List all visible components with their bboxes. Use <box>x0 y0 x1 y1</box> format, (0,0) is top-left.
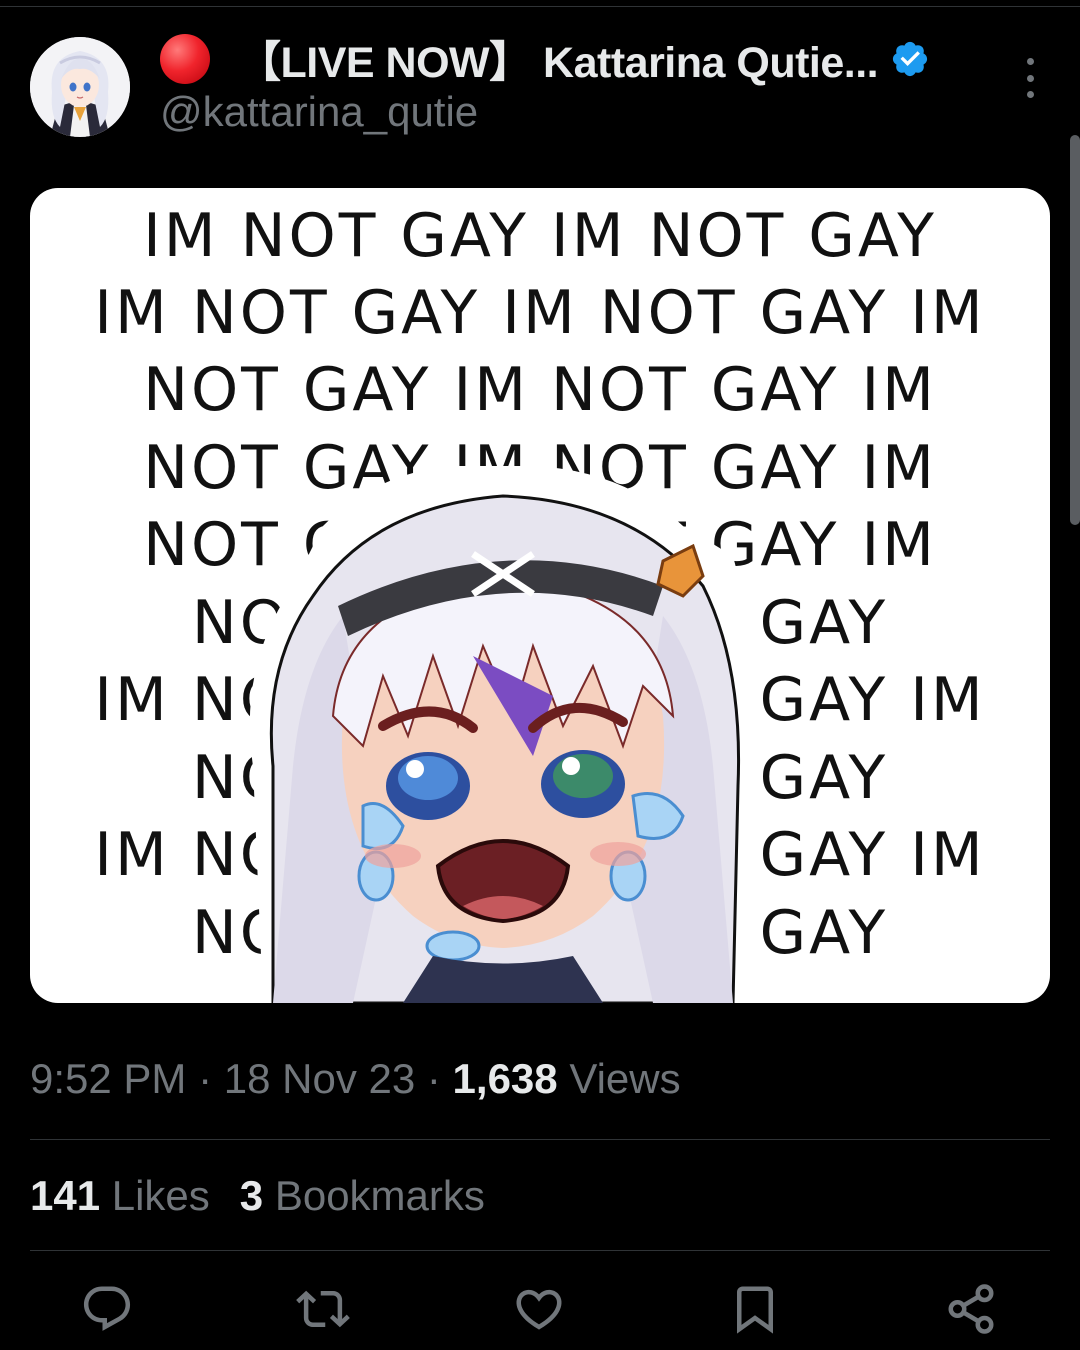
top-divider <box>0 6 1080 7</box>
bookmark-icon[interactable] <box>728 1282 782 1336</box>
meme-text-line: IM NOT GAY IM NOT GAY IM <box>94 278 986 348</box>
verified-badge-icon <box>893 41 928 77</box>
reply-icon[interactable] <box>80 1282 134 1336</box>
views-count: 1,638 <box>452 1055 558 1102</box>
separator: · <box>186 1055 224 1102</box>
repost-icon[interactable] <box>296 1282 350 1336</box>
share-icon[interactable] <box>944 1282 998 1336</box>
tweet-time[interactable]: 9:52 PM <box>30 1055 186 1102</box>
more-options-icon[interactable] <box>1018 58 1042 98</box>
bookmarks-count: 3 <box>239 1172 264 1219</box>
crying-anime-girl-emote <box>249 466 759 1003</box>
avatar[interactable] <box>30 37 130 137</box>
tweet-timestamp-views: 9:52 PM · 18 Nov 23 · 1,638 Views <box>30 1055 681 1103</box>
avatar-image <box>30 37 130 137</box>
views-label: Views <box>557 1055 681 1102</box>
divider <box>30 1139 1050 1140</box>
likes-count: 141 <box>30 1172 101 1219</box>
meme-text-line: IM NOT GAY IM NOT GAY <box>143 201 937 271</box>
bookmarks-label: Bookmarks <box>263 1172 485 1219</box>
tweet-stats: 141 Likes 3 Bookmarks <box>30 1172 485 1220</box>
separator: · <box>415 1055 453 1102</box>
meme-text-line: NOT GAY IM NOT GAY IM <box>143 355 937 425</box>
user-handle[interactable]: @kattarina_qutie <box>160 88 478 136</box>
divider <box>30 1250 1050 1251</box>
author-name-row[interactable]: 【LIVE NOW】 Kattarina Qutie... <box>160 30 930 88</box>
tweet-media-image[interactable]: IM NOT GAY IM NOT GAY IM NOT GAY IM NOT … <box>30 188 1050 1003</box>
likes-label: Likes <box>100 1172 210 1219</box>
live-red-circle-icon <box>160 34 210 84</box>
like-icon[interactable] <box>512 1282 566 1336</box>
likes-stat[interactable]: 141 Likes <box>30 1172 210 1219</box>
bookmarks-stat[interactable]: 3 Bookmarks <box>240 1172 485 1219</box>
tweet-action-bar <box>0 1282 1080 1342</box>
display-name[interactable]: 【LIVE NOW】 Kattarina Qutie... <box>238 28 879 90</box>
tweet-date[interactable]: 18 Nov 23 <box>224 1055 415 1102</box>
scrollbar[interactable] <box>1070 135 1080 525</box>
